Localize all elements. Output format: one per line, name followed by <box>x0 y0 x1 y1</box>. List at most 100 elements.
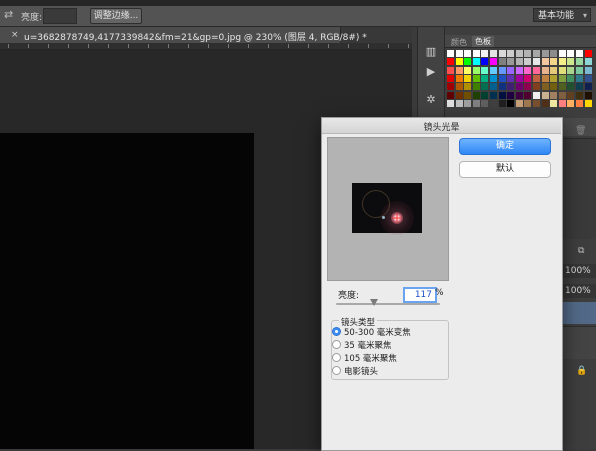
swatch[interactable] <box>447 99 454 107</box>
swatch[interactable] <box>550 58 558 66</box>
swatch[interactable] <box>584 50 592 57</box>
adjust-edge-button[interactable]: 调整边缘... <box>90 8 142 24</box>
tab-color[interactable]: 颜色 <box>451 37 467 48</box>
swatch[interactable] <box>455 66 463 74</box>
document-image[interactable] <box>0 133 254 449</box>
swatch[interactable] <box>481 58 489 66</box>
swatch[interactable] <box>455 58 463 66</box>
swatch[interactable] <box>464 99 472 107</box>
swatch[interactable] <box>498 91 506 99</box>
swatch[interactable] <box>490 66 497 74</box>
swatch[interactable] <box>533 74 540 82</box>
swatch[interactable] <box>464 83 472 91</box>
tab-swatches[interactable]: 色板 <box>472 36 494 47</box>
swatch[interactable] <box>524 99 532 107</box>
swatch[interactable] <box>550 50 558 57</box>
swatch[interactable] <box>515 91 523 99</box>
swatch[interactable] <box>447 58 454 66</box>
swatch[interactable] <box>507 83 515 91</box>
swatch[interactable] <box>576 74 583 82</box>
swap-arrows-icon[interactable]: ⇄ <box>4 9 16 21</box>
swatch[interactable] <box>567 91 575 99</box>
swatch[interactable] <box>558 66 566 74</box>
swatch[interactable] <box>533 99 540 107</box>
swatch[interactable] <box>576 58 583 66</box>
swatch[interactable] <box>455 99 463 107</box>
swatch[interactable] <box>455 91 463 99</box>
swatch[interactable] <box>481 74 489 82</box>
swatch[interactable] <box>550 91 558 99</box>
swatch[interactable] <box>576 66 583 74</box>
swatch[interactable] <box>584 91 592 99</box>
swatch[interactable] <box>490 74 497 82</box>
swatch[interactable] <box>447 91 454 99</box>
brightness-input[interactable]: 117 <box>403 287 437 303</box>
swatch[interactable] <box>567 66 575 74</box>
close-icon[interactable]: × <box>11 30 19 40</box>
histogram-icon[interactable]: ▥ <box>423 45 439 59</box>
swatch[interactable] <box>541 74 549 82</box>
swatch[interactable] <box>472 99 480 107</box>
swatch[interactable] <box>533 50 540 57</box>
swatch[interactable] <box>447 83 454 91</box>
layer-row-selected[interactable] <box>563 302 596 324</box>
swatch[interactable] <box>550 74 558 82</box>
swatch[interactable] <box>567 58 575 66</box>
new-layer-icon[interactable]: ⧉ <box>578 246 584 256</box>
swatch[interactable] <box>567 99 575 107</box>
swatch[interactable] <box>498 99 506 107</box>
swatch[interactable] <box>567 50 575 57</box>
swatch[interactable] <box>541 99 549 107</box>
swatch[interactable] <box>515 66 523 74</box>
swatch[interactable] <box>558 91 566 99</box>
swatch[interactable] <box>447 74 454 82</box>
swatch[interactable] <box>584 66 592 74</box>
swatch[interactable] <box>498 74 506 82</box>
swatch[interactable] <box>507 74 515 82</box>
swatch[interactable] <box>584 58 592 66</box>
swatch[interactable] <box>498 58 506 66</box>
swatch[interactable] <box>524 83 532 91</box>
swatch[interactable] <box>584 99 592 107</box>
swatch[interactable] <box>490 99 497 107</box>
swatch[interactable] <box>481 50 489 57</box>
swatch[interactable] <box>490 50 497 57</box>
swatch[interactable] <box>550 66 558 74</box>
brightness-slider-thumb[interactable] <box>370 299 379 306</box>
swatch[interactable] <box>524 91 532 99</box>
swatch[interactable] <box>472 83 480 91</box>
swatch[interactable] <box>472 91 480 99</box>
swatch[interactable] <box>541 50 549 57</box>
swatch[interactable] <box>481 66 489 74</box>
swatch[interactable] <box>576 99 583 107</box>
lock-icon[interactable]: 🔒 <box>576 366 587 376</box>
swatch[interactable] <box>507 50 515 57</box>
swatch[interactable] <box>515 58 523 66</box>
swatch[interactable] <box>541 91 549 99</box>
swatch[interactable] <box>490 91 497 99</box>
swatch[interactable] <box>584 83 592 91</box>
trash-icon[interactable]: 🗑 <box>575 126 586 136</box>
swatch[interactable] <box>472 74 480 82</box>
layer-row[interactable] <box>563 326 596 359</box>
swatch[interactable] <box>541 66 549 74</box>
swatch[interactable] <box>558 83 566 91</box>
swatch[interactable] <box>498 83 506 91</box>
swatch[interactable] <box>481 83 489 91</box>
swatch[interactable] <box>455 83 463 91</box>
swatch[interactable] <box>472 66 480 74</box>
swatch[interactable] <box>507 66 515 74</box>
swatch[interactable] <box>524 66 532 74</box>
play-icon[interactable]: ▶ <box>423 65 439 79</box>
swatch[interactable] <box>481 91 489 99</box>
swatch[interactable] <box>515 99 523 107</box>
swatch[interactable] <box>507 58 515 66</box>
radio-lens-50-300[interactable] <box>332 327 341 336</box>
swatch[interactable] <box>515 50 523 57</box>
swatch[interactable] <box>558 74 566 82</box>
swatch[interactable] <box>550 83 558 91</box>
swatch[interactable] <box>464 66 472 74</box>
swatch[interactable] <box>481 99 489 107</box>
options-brightness-input[interactable] <box>43 8 77 24</box>
swatch[interactable] <box>541 58 549 66</box>
